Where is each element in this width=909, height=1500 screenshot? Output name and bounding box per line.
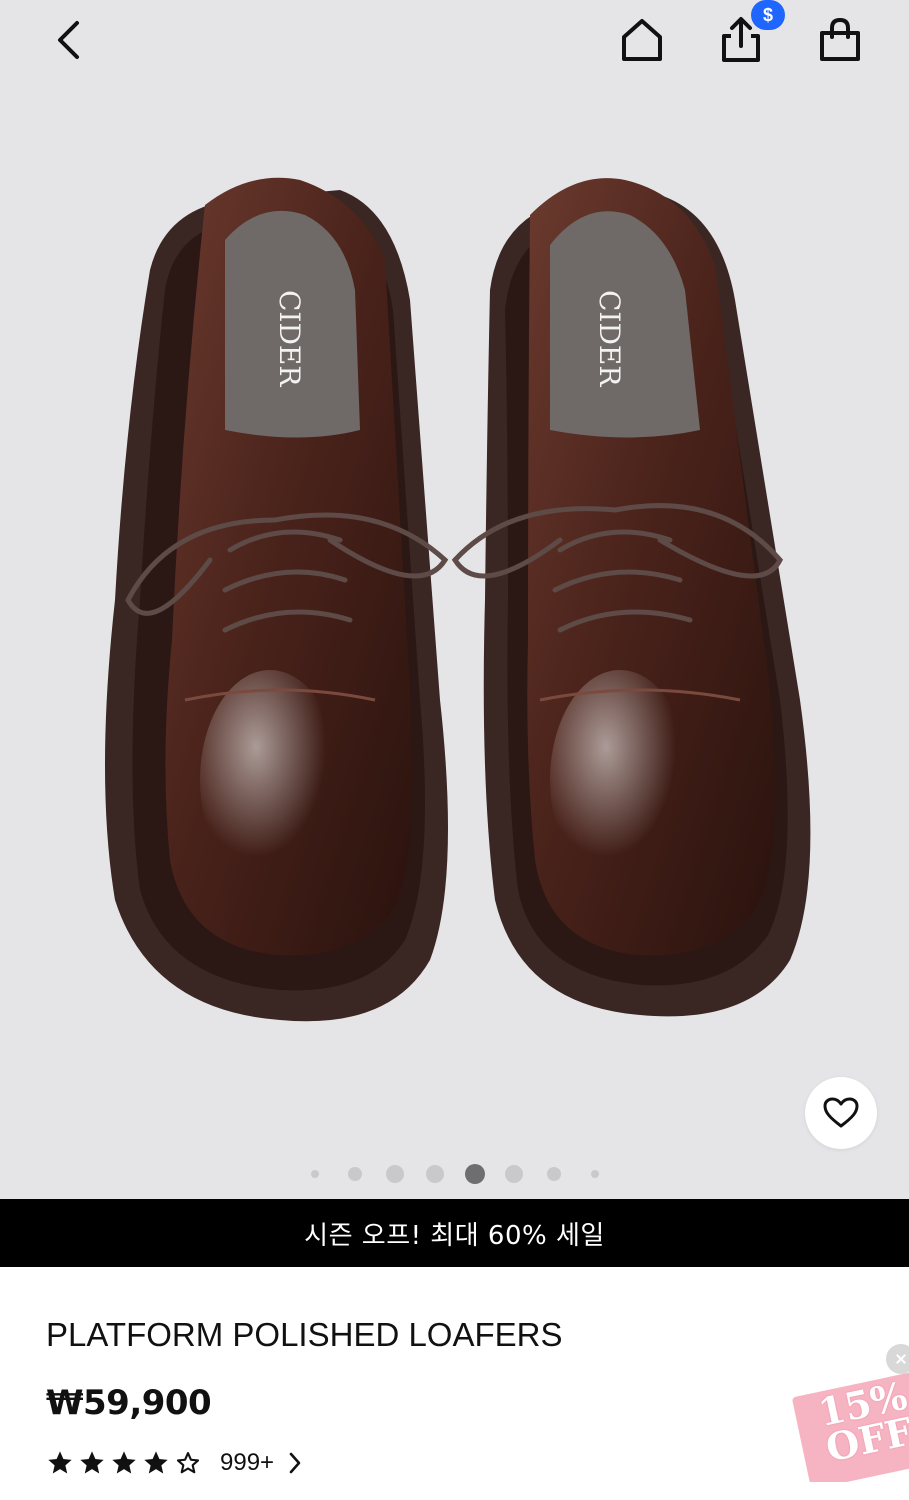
insole-brand-text: CIDER (273, 290, 306, 387)
rating-stars (46, 1449, 206, 1477)
coupon-sticker[interactable]: 15% OFF (792, 1372, 909, 1482)
reviews-link[interactable]: 999+ (46, 1446, 302, 1480)
review-count: 999+ (220, 1449, 275, 1476)
product-image-gallery[interactable]: CIDER CIDER $ (0, 0, 909, 1199)
heart-icon (823, 1097, 859, 1128)
product-title: PLATFORM POLISHED LOAFERS (46, 1316, 563, 1353)
svg-text:CIDER: CIDER (593, 290, 626, 387)
back-button[interactable] (38, 10, 98, 70)
star-empty-icon (176, 1452, 200, 1474)
chevron-left-icon (58, 21, 79, 59)
shopping-bag-button[interactable] (810, 10, 870, 70)
pagination-dot-active[interactable] (465, 1164, 485, 1184)
pagination-dot[interactable] (311, 1170, 319, 1178)
wishlist-button[interactable] (805, 1077, 877, 1149)
pagination-dot[interactable] (591, 1170, 599, 1178)
star-filled-icon (144, 1451, 168, 1474)
pagination-dot[interactable] (547, 1167, 561, 1181)
pagination-dot[interactable] (386, 1165, 404, 1183)
star-filled-icon (112, 1451, 136, 1474)
coupon-close-button[interactable] (886, 1344, 909, 1374)
gallery-pagination (0, 1162, 909, 1186)
right-shoe: CIDER (483, 178, 811, 1017)
star-filled-icon (48, 1451, 72, 1474)
home-button[interactable] (612, 10, 672, 70)
left-shoe: CIDER (105, 177, 448, 1022)
coupon-text: 15% OFF (814, 1373, 909, 1471)
shopping-bag-icon (820, 17, 860, 61)
product-price: ₩59,900 (46, 1383, 212, 1423)
promo-banner[interactable]: 시즌 오프! 최대 60% 세일 (0, 1199, 909, 1267)
home-icon (622, 19, 662, 61)
product-image: CIDER CIDER (105, 177, 811, 1022)
pagination-dot[interactable] (348, 1167, 362, 1181)
promo-banner-text: 시즌 오프! 최대 60% 세일 (304, 1220, 605, 1251)
pagination-dot[interactable] (426, 1165, 444, 1183)
pagination-dot[interactable] (505, 1165, 523, 1183)
chevron-right-icon (289, 1452, 301, 1474)
share-reward-badge: $ (751, 0, 785, 30)
star-filled-icon (80, 1451, 104, 1474)
